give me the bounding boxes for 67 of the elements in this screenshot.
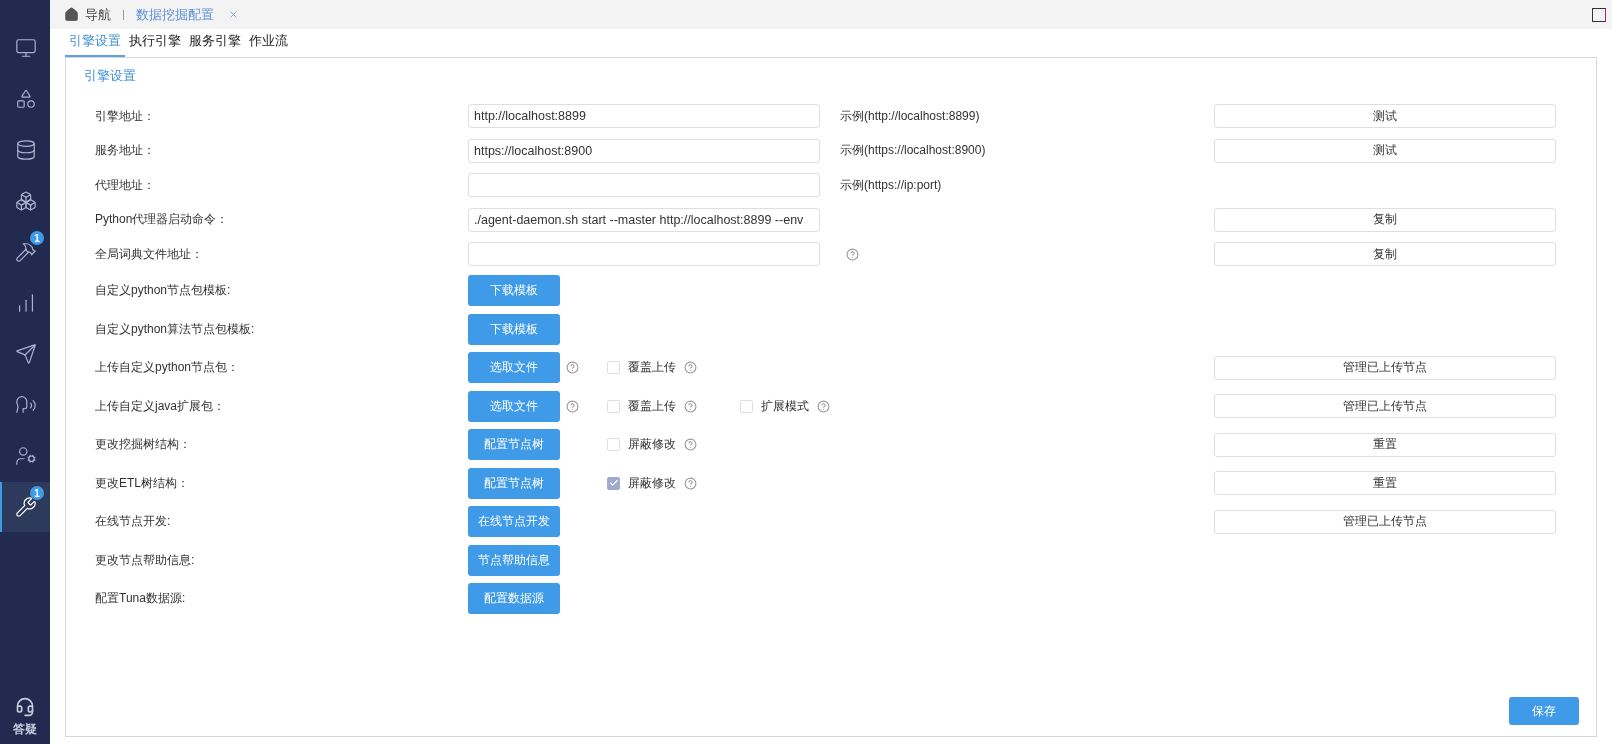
checkbox-label: 覆盖上传	[628, 359, 676, 377]
secondary-button[interactable]: 管理已上传节点	[1214, 394, 1556, 419]
help-icon[interactable]	[684, 438, 697, 452]
user-gear-icon	[15, 445, 37, 467]
window-icon[interactable]	[1592, 7, 1606, 22]
checkbox-label: 屏蔽修改	[628, 436, 676, 454]
nav-label[interactable]: 导航	[85, 5, 111, 24]
database-icon	[15, 139, 37, 161]
help-icon[interactable]	[684, 476, 697, 490]
field-label: 上传自定义python节点包：	[95, 359, 241, 377]
speaking-head-icon	[15, 394, 37, 416]
input-field[interactable]: http://localhost:8899	[468, 104, 820, 129]
input-field[interactable]	[468, 173, 820, 198]
secondary-button[interactable]: 管理已上传节点	[1214, 509, 1556, 534]
checkbox[interactable]	[607, 476, 620, 490]
monitor-icon	[15, 37, 37, 59]
secondary-button[interactable]: 复制	[1214, 207, 1556, 232]
tab[interactable]: 服务引擎	[185, 28, 245, 57]
close-icon[interactable]	[228, 9, 239, 20]
field-label: 更改ETL树结构：	[95, 474, 190, 492]
help-icon[interactable]	[684, 399, 697, 413]
input-field[interactable]: https://localhost:8900	[468, 138, 820, 163]
secondary-button[interactable]: 重置	[1214, 471, 1556, 496]
secondary-button[interactable]: 测试	[1214, 138, 1556, 163]
count-badge: 1	[30, 231, 44, 245]
field-label: 引擎地址：	[95, 107, 156, 125]
help-icon[interactable]	[566, 399, 579, 413]
field-label: 更改挖掘树结构：	[95, 436, 192, 454]
section-title: 引擎设置	[84, 68, 137, 85]
tab[interactable]: 引擎设置	[65, 28, 125, 57]
field-label: 代理地址：	[95, 176, 156, 194]
home-icon[interactable]	[64, 7, 79, 22]
field-label: 自定义python节点包模板:	[95, 282, 232, 300]
help-label[interactable]: 答疑	[13, 721, 37, 738]
secondary-button[interactable]: 管理已上传节点	[1214, 355, 1556, 380]
help-icon[interactable]	[846, 247, 859, 261]
secondary-button[interactable]: 复制	[1214, 242, 1556, 267]
paper-plane-icon	[15, 343, 37, 365]
tab[interactable]: 执行引擎	[125, 28, 185, 57]
count-badge: 1	[30, 486, 44, 500]
field-label: 配置Tuna数据源:	[95, 590, 187, 608]
boxes-icon	[15, 190, 37, 212]
field-label: 全局词典文件地址：	[95, 245, 204, 263]
field-label: Python代理器启动命令：	[95, 211, 230, 229]
example-hint: 示例(https://ip:port)	[840, 176, 942, 194]
checkbox-label: 扩展模式	[761, 397, 809, 415]
shapes-icon	[15, 88, 37, 110]
help-icon[interactable]	[817, 399, 830, 413]
hammer-icon	[15, 241, 37, 263]
example-hint: 示例(http://localhost:8899)	[840, 107, 980, 125]
help-icon[interactable]	[566, 361, 579, 375]
help-icon[interactable]	[684, 361, 697, 375]
field-label: 服务地址：	[95, 142, 156, 160]
field-label: 在线节点开发:	[95, 513, 172, 531]
field-label: 上传自定义java扩展包：	[95, 397, 226, 415]
checkbox-label: 屏蔽修改	[628, 474, 676, 492]
checkbox-label: 覆盖上传	[628, 397, 676, 415]
headset-icon[interactable]	[15, 697, 35, 717]
example-hint: 示例(https://localhost:8900)	[840, 142, 986, 160]
field-label: 自定义python算法节点包模板:	[95, 320, 256, 338]
input-field[interactable]	[468, 242, 820, 267]
input-field[interactable]: ./agent-daemon.sh start --master http://localhost:8899 --env	[468, 207, 820, 232]
secondary-button[interactable]: 重置	[1214, 432, 1556, 457]
secondary-button[interactable]: 测试	[1214, 104, 1556, 129]
field-label: 更改节点帮助信息:	[95, 551, 196, 569]
tab[interactable]: 作业流	[245, 28, 292, 57]
wrench-icon	[15, 496, 37, 518]
